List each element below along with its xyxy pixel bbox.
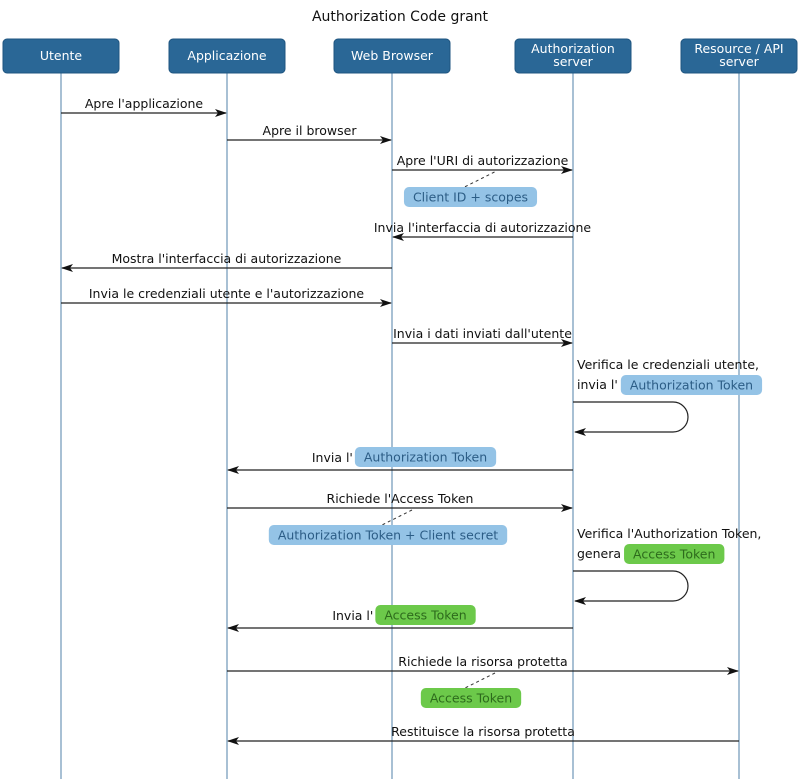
actor-authserver: Authorizationserver xyxy=(514,38,632,74)
token-pill: Client ID + scopes xyxy=(403,187,538,207)
message-label: Invia i dati inviati dall'utente xyxy=(393,326,572,341)
message-8: Verifica le credenziali utente, invia l' A… xyxy=(573,357,763,436)
actor-label: Web Browser xyxy=(351,48,434,63)
message-4: Invia l'interfaccia di autorizzazione xyxy=(374,220,592,241)
pill-label: Access Token xyxy=(430,691,512,706)
message-6: Invia le credenziali utente e l'autorizz… xyxy=(61,286,392,307)
actor-label: server xyxy=(553,54,593,69)
actor-utente: Utente xyxy=(2,38,120,74)
token-pill: Authorization Token + Client secret xyxy=(268,525,508,545)
message-5: Mostra l'interfaccia di autorizzazione xyxy=(61,251,392,272)
pill-label: Access Token xyxy=(384,608,466,623)
token-pill: Access Token xyxy=(420,688,522,708)
message-label: Richiede l'Access Token xyxy=(327,491,474,506)
message-label-line2: invia l' xyxy=(577,377,618,392)
actor-label: Applicazione xyxy=(187,48,267,63)
message-label-line2: genera xyxy=(577,546,621,561)
message-13: Richiede la risorsa protetta Access Token xyxy=(227,654,739,708)
message-label: Verifica le credenziali utente, xyxy=(577,357,759,372)
note-connector xyxy=(462,672,496,690)
message-label: Verifica l'Authorization Token, xyxy=(577,526,761,541)
token-pill: Access Token xyxy=(624,544,725,564)
message-7: Invia i dati inviati dall'utente xyxy=(392,326,573,347)
pill-label: Authorization Token + Client secret xyxy=(278,528,498,543)
message-label: Richiede la risorsa protetta xyxy=(398,654,567,669)
message-label: Restituisce la risorsa protetta xyxy=(391,724,575,739)
message-label: Invia le credenziali utente e l'autorizz… xyxy=(89,286,365,301)
message-9: Invia l' Authorization Token xyxy=(227,447,573,474)
actor-label: server xyxy=(719,54,759,69)
pill-label: Authorization Token xyxy=(364,450,487,465)
token-pill: Authorization Token xyxy=(354,447,497,467)
actor-applicazione: Applicazione xyxy=(168,38,286,74)
actor-resource: Resource / APIserver xyxy=(680,38,798,74)
message-12: Invia l' Access Token xyxy=(227,605,573,632)
message-label: Invia l'interfaccia di autorizzazione xyxy=(374,220,592,235)
message-10: Richiede l'Access Token Authorization Tok… xyxy=(227,491,573,545)
self-message-arrow xyxy=(573,570,689,605)
pill-label: Authorization Token xyxy=(630,378,753,393)
message-label: Invia l' xyxy=(312,450,353,465)
message-label: Apre l'applicazione xyxy=(85,96,204,111)
message-14: Restituisce la risorsa protetta xyxy=(227,724,739,745)
actor-browser: Web Browser xyxy=(333,38,451,74)
token-pill: Access Token xyxy=(375,605,476,625)
message-11: Verifica l'Authorization Token, genera Acc… xyxy=(573,526,761,605)
token-pill: Authorization Token xyxy=(620,375,763,395)
message-label: Apre il browser xyxy=(263,123,358,138)
note-connector xyxy=(462,171,495,189)
pill-label: Client ID + scopes xyxy=(413,190,528,205)
diagram-title: Authorization Code grant xyxy=(312,9,489,25)
sequence-diagram: Authorization Code grant Utente Applicazi… xyxy=(2,9,798,779)
message-label: Apre l'URI di autorizzazione xyxy=(397,153,569,168)
message-2: Apre il browser xyxy=(227,123,392,144)
message-label: Mostra l'interfaccia di autorizzazione xyxy=(112,251,342,266)
self-message-arrow xyxy=(573,401,689,436)
message-label: Invia l' xyxy=(332,608,373,623)
actor-label: Utente xyxy=(40,48,83,63)
message-3: Apre l'URI di autorizzazione Client ID + … xyxy=(392,153,573,207)
message-1: Apre l'applicazione xyxy=(61,96,227,117)
note-connector xyxy=(379,509,413,527)
pill-label: Access Token xyxy=(633,547,715,562)
